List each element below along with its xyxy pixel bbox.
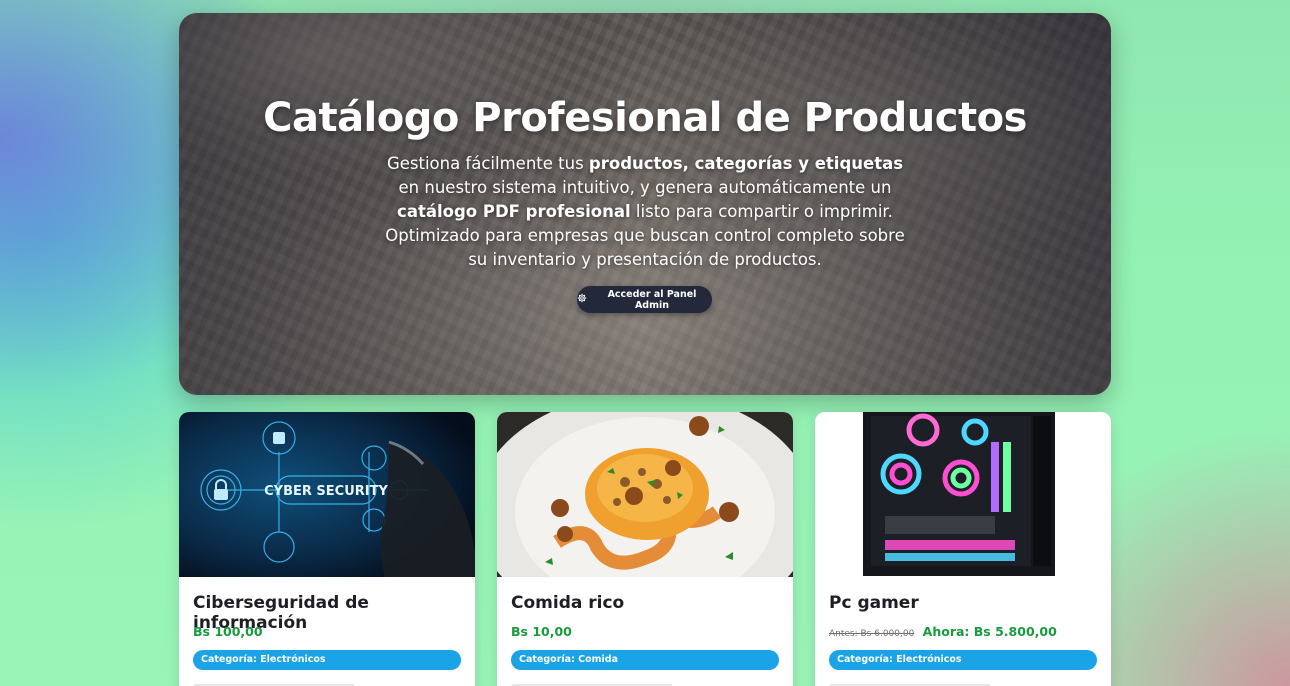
product-image-pc-gamer[interactable] — [815, 412, 1111, 577]
current-price: Ahora: Bs 5.800,00 — [922, 624, 1057, 639]
hero-desc-bold-2: catálogo PDF profesional — [397, 202, 631, 221]
old-price: Antes: Bs 6.000,00 — [829, 629, 915, 639]
admin-panel-button-label: Acceder al Panel Admin — [607, 288, 697, 311]
product-price: Bs 10,00 — [511, 624, 572, 639]
hero-content: Catálogo Profesional de Productos Gestio… — [179, 13, 1111, 395]
category-badge[interactable]: Categoría: Electrónicos — [193, 650, 461, 670]
product-title[interactable]: Pc gamer — [829, 593, 919, 613]
hero-desc-part-2: en nuestro sistema intuitivo, y genera a… — [398, 178, 892, 197]
product-image-cybersecurity[interactable]: CYBER SECURITY — [179, 412, 475, 577]
product-card[interactable]: Pc gamer Antes: Bs 6.000,00 Ahora: Bs 5.… — [815, 412, 1111, 686]
hero-banner: Catálogo Profesional de Productos Gestio… — [179, 13, 1111, 395]
hero-description: Gestiona fácilmente tus productos, categ… — [384, 152, 906, 272]
hero-title: Catálogo Profesional de Productos — [263, 95, 1027, 141]
product-title[interactable]: Comida rico — [511, 593, 624, 613]
hero-desc-bold-1: productos, categorías y etiquetas — [588, 154, 904, 173]
gear-icon — [577, 293, 587, 306]
product-price: Antes: Bs 6.000,00 Ahora: Bs 5.800,00 — [829, 624, 1057, 639]
category-badge[interactable]: Categoría: Comida — [511, 650, 779, 670]
admin-panel-button[interactable]: Acceder al Panel Admin — [577, 286, 712, 313]
product-image-food[interactable] — [497, 412, 793, 577]
product-card[interactable]: CYBER SECURITY Ciberseguridad de informa… — [179, 412, 475, 686]
product-price: Bs 100,00 — [193, 624, 263, 639]
product-card[interactable]: Comida rico Bs 10,00 Categoría: Comida — [497, 412, 793, 686]
category-badge[interactable]: Categoría: Electrónicos — [829, 650, 1097, 670]
hero-desc-part-1: Gestiona fácilmente tus — [386, 154, 589, 173]
cyber-security-image-text: CYBER SECURITY — [264, 484, 388, 499]
